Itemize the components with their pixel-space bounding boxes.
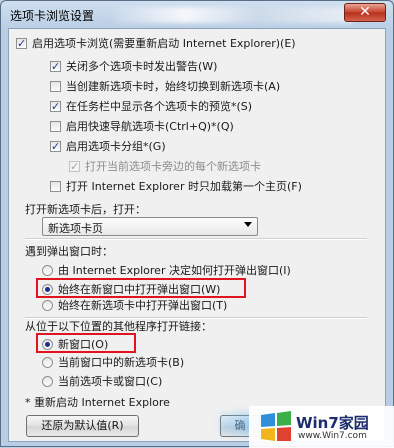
link-radio-new-tab[interactable] bbox=[42, 357, 53, 368]
popup-new-tab-label: 始终在新选项卡中打开弹出窗口(T) bbox=[58, 299, 228, 312]
open-next-to-current-label: 打开当前选项卡旁边的每个新选项卡 bbox=[85, 160, 261, 173]
link-radio-current[interactable] bbox=[42, 376, 53, 387]
taskbar-previews-checkbox[interactable]: ✓ bbox=[50, 100, 61, 113]
dialog-title: 选项卡浏览设置 bbox=[10, 9, 95, 23]
restore-defaults-button[interactable]: 还原为默认值(R) bbox=[26, 415, 139, 437]
close-button[interactable]: ✕ bbox=[344, 3, 386, 22]
quick-tabs-label: 启用快速导航选项卡(Ctrl+Q)*(Q) bbox=[66, 120, 234, 133]
popup-radio-ie-decides[interactable] bbox=[42, 265, 53, 276]
link-new-tab-label: 当前窗口中的新选项卡(B) bbox=[58, 356, 185, 369]
link-current-label: 当前选项卡或窗口(C) bbox=[58, 375, 163, 388]
enable-tabs-label: 启用选项卡浏览(需要重新启动 Internet Explorer)(E) bbox=[32, 37, 296, 50]
popup-ie-decides-label: 由 Internet Explorer 决定如何打开弹出窗口(I) bbox=[58, 264, 291, 277]
switch-new-tab-label: 当创建新选项卡时，始终切换到新选项卡(A) bbox=[66, 80, 281, 93]
quick-tabs-checkbox[interactable] bbox=[50, 121, 61, 132]
check-icon: ✓ bbox=[51, 100, 61, 113]
red-highlight-box bbox=[36, 278, 246, 298]
popup-radio-new-tab[interactable] bbox=[42, 300, 53, 311]
title-bar: 选项卡浏览设置 ✕ bbox=[1, 1, 393, 29]
check-icon: ✓ bbox=[70, 160, 80, 173]
enable-tabs-checkbox[interactable]: ✓ bbox=[16, 37, 27, 50]
open-next-to-current-checkbox[interactable]: ✓ bbox=[69, 160, 80, 173]
dialog-body: ✓ 启用选项卡浏览(需要重新启动 Internet Explorer)(E) ✓… bbox=[8, 28, 386, 442]
red-highlight-box bbox=[36, 333, 136, 353]
links-group-label: 从位于以下位置的其他程序打开链接： bbox=[25, 320, 212, 333]
title-bar-blur bbox=[113, 7, 353, 23]
new-tab-open-select[interactable]: 新选项卡页 bbox=[42, 217, 258, 236]
new-tab-open-label: 打开新选项卡后，打开： bbox=[25, 203, 146, 216]
watermark-site: www.Win7.com bbox=[298, 431, 367, 441]
load-first-home-checkbox[interactable] bbox=[50, 181, 61, 192]
load-first-home-label: 打开 Internet Explorer 时只加载第一个主页(F) bbox=[66, 180, 302, 193]
check-icon: ✓ bbox=[17, 37, 27, 50]
chevron-down-icon bbox=[244, 222, 252, 227]
tab-groups-checkbox[interactable]: ✓ bbox=[50, 140, 61, 153]
divider bbox=[25, 238, 367, 240]
warn-close-label: 关闭多个选项卡时发出警告(W) bbox=[66, 60, 218, 73]
tab-settings-dialog: 选项卡浏览设置 ✕ ✓ 启用选项卡浏览(需要重新启动 Internet Expl… bbox=[0, 0, 394, 448]
footnote: * 重新启动 Internet Explore bbox=[25, 396, 170, 409]
check-icon: ✓ bbox=[51, 140, 61, 153]
new-tab-open-value: 新选项卡页 bbox=[48, 222, 103, 235]
close-icon: ✕ bbox=[359, 4, 371, 20]
tab-groups-label: 启用选项卡分组*(G) bbox=[66, 140, 166, 153]
popups-group-label: 遇到弹出窗口时： bbox=[25, 245, 113, 258]
taskbar-previews-label: 在任务栏中显示各个选项卡的预览*(S) bbox=[66, 100, 253, 113]
watermark-brand: Win7家园 bbox=[296, 414, 369, 432]
check-icon: ✓ bbox=[51, 60, 61, 73]
switch-new-tab-checkbox[interactable] bbox=[50, 81, 61, 92]
warn-close-checkbox[interactable]: ✓ bbox=[50, 60, 61, 73]
